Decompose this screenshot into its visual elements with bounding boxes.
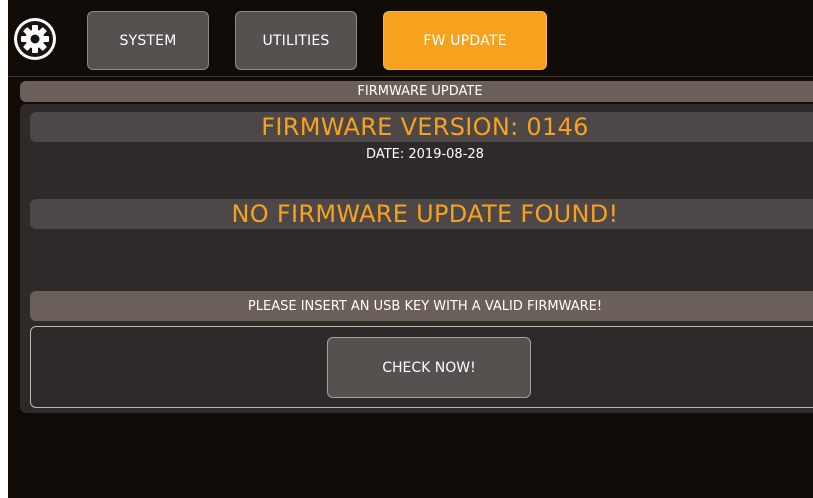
app-window: SYSTEM UTILITIES FW UPDATE FIRMWARE UPDA… [8,0,813,498]
tab-fw-update-label: FW UPDATE [423,32,507,49]
firmware-version: FIRMWARE VERSION: 0146 [261,113,589,141]
update-status: NO FIRMWARE UPDATE FOUND! [231,200,619,228]
tab-system[interactable]: SYSTEM [87,11,209,70]
firmware-date: DATE: 2019-08-28 [366,147,484,162]
section-header: FIRMWARE UPDATE [20,81,813,102]
instruction-bar: PLEASE INSERT AN USB KEY WITH A VALID FI… [30,291,813,321]
nav-divider [8,76,813,77]
update-status-bar: NO FIRMWARE UPDATE FOUND! [30,199,813,229]
tab-utilities-label: UTILITIES [262,32,330,49]
tab-fw-update[interactable]: FW UPDATE [383,11,547,70]
firmware-version-bar: FIRMWARE VERSION: 0146 [30,112,813,142]
section-title: FIRMWARE UPDATE [357,84,483,99]
tab-system-label: SYSTEM [119,32,177,49]
screen: SYSTEM UTILITIES FW UPDATE FIRMWARE UPDA… [0,0,813,498]
gear-icon[interactable] [12,16,58,62]
check-now-button[interactable]: CHECK NOW! [327,337,531,398]
instruction-text: PLEASE INSERT AN USB KEY WITH A VALID FI… [247,298,603,314]
check-now-label: CHECK NOW! [382,359,476,376]
tab-utilities[interactable]: UTILITIES [235,11,357,70]
